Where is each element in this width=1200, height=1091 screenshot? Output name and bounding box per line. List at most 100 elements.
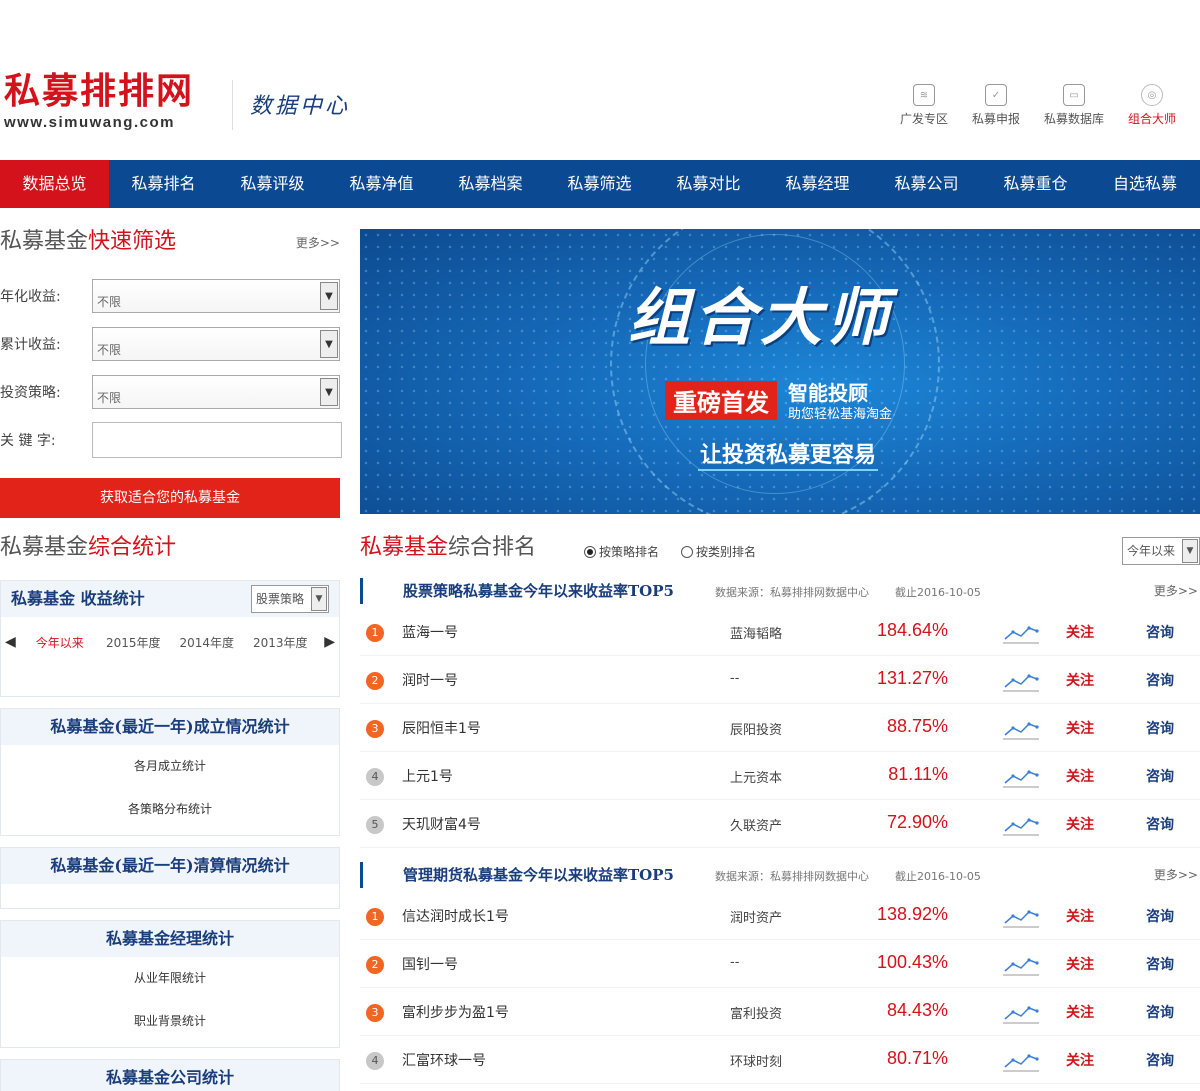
follow-button[interactable]: 关注 [1066, 814, 1094, 834]
trend-chart-icon[interactable] [1002, 1002, 1040, 1024]
consult-button[interactable]: 咨询 [1146, 1050, 1174, 1070]
follow-button[interactable]: 关注 [1066, 906, 1094, 926]
consult-button[interactable]: 咨询 [1146, 906, 1174, 926]
site-logo[interactable]: 私募排排网 www.simuwang.com [4, 72, 194, 132]
consult-button[interactable]: 咨询 [1146, 954, 1174, 974]
trend-chart-icon[interactable] [1002, 814, 1040, 836]
rank-badge: 3 [366, 720, 384, 738]
stats-link[interactable]: 职业背景统计 [1, 1000, 339, 1043]
fund-name-link[interactable]: 上元1号 [402, 766, 453, 786]
company-name-link[interactable]: 富利投资 [730, 1003, 782, 1022]
nav-item[interactable]: 私募排名 [109, 160, 218, 208]
consult-button[interactable]: 咨询 [1146, 718, 1174, 738]
consult-button[interactable]: 咨询 [1146, 670, 1174, 690]
nav-item[interactable]: 自选私募 [1090, 160, 1200, 208]
rank-badge: 3 [366, 1004, 384, 1022]
strategy-select[interactable]: 不限 ▼ [92, 375, 340, 409]
trend-chart-icon[interactable] [1002, 670, 1040, 692]
top-link-database[interactable]: ▭ 私募数据库 [1044, 84, 1104, 127]
fund-name-link[interactable]: 蓝海一号 [402, 622, 458, 642]
nav-item[interactable]: 私募净值 [327, 160, 436, 208]
trend-chart-icon[interactable] [1002, 906, 1040, 928]
stats-link[interactable]: 各策略分布统计 [1, 788, 339, 831]
stats-link[interactable]: 从业年限统计 [1, 957, 339, 1000]
filter-label: 投资策略: [0, 385, 61, 401]
company-name-link[interactable]: 蓝海韬略 [730, 623, 782, 642]
manager-stats-title: 私募基金经理统计 [1, 921, 339, 957]
get-funds-button[interactable]: 获取适合您的私募基金 [0, 478, 340, 518]
return-rate: 81.11% [888, 764, 948, 784]
top-link-report[interactable]: ✓ 私募申报 [972, 84, 1020, 127]
consult-button[interactable]: 咨询 [1146, 814, 1174, 834]
company-name-link[interactable]: 久联资产 [730, 815, 782, 834]
nav-item[interactable]: 数据总览 [0, 160, 109, 208]
arrow-left-icon[interactable]: ◀ [5, 634, 23, 650]
rank-row: 4 上元1号 上元资本 81.11% 关注 咨询 [360, 752, 1200, 800]
trend-chart-icon[interactable] [1002, 766, 1040, 788]
stats-link[interactable]: 各月成立统计 [1, 745, 339, 788]
annual-return-select[interactable]: 不限 ▼ [92, 279, 340, 313]
nav-item[interactable]: 私募重仓 [981, 160, 1090, 208]
nav-item[interactable]: 私募评级 [218, 160, 327, 208]
company-stats-box: 私募基金公司统计 [0, 1059, 340, 1091]
company-name-link[interactable]: 润时资产 [730, 907, 782, 926]
logo-divider [232, 80, 233, 130]
follow-button[interactable]: 关注 [1066, 1050, 1094, 1070]
follow-button[interactable]: 关注 [1066, 718, 1094, 738]
fund-name-link[interactable]: 信达润时成长1号 [402, 906, 509, 926]
rank-group-more-link[interactable]: 更多>> [1154, 582, 1198, 599]
trend-chart-icon[interactable] [1002, 622, 1040, 644]
year-tab[interactable]: 今年以来 [23, 634, 97, 651]
rank-badge: 2 [366, 956, 384, 974]
nav-item[interactable]: 私募公司 [872, 160, 981, 208]
fund-name-link[interactable]: 辰阳恒丰1号 [402, 718, 481, 738]
return-rate: 80.71% [886, 1048, 948, 1068]
follow-button[interactable]: 关注 [1066, 766, 1094, 786]
cumulative-return-select[interactable]: 不限 ▼ [92, 327, 340, 361]
quick-filter-more-link[interactable]: 更多>> [296, 234, 340, 251]
rank-group-more-link[interactable]: 更多>> [1154, 866, 1198, 883]
company-name-link[interactable]: 上元资本 [730, 767, 782, 786]
fund-name-link[interactable]: 天玑财富4号 [402, 814, 481, 834]
period-select[interactable]: 今年以来 ▼ [1122, 537, 1200, 565]
company-name-link[interactable]: -- [730, 671, 739, 686]
consult-button[interactable]: 咨询 [1146, 622, 1174, 642]
follow-button[interactable]: 关注 [1066, 1002, 1094, 1022]
portfolio-master-banner[interactable]: 组合大师 重磅首发 智能投顾 助您轻松基海淘金 让投资私募更容易 [360, 229, 1200, 514]
fund-name-link[interactable]: 国钊一号 [402, 954, 458, 974]
follow-button[interactable]: 关注 [1066, 622, 1094, 642]
arrow-right-icon[interactable]: ▶ [317, 634, 335, 650]
fund-name-link[interactable]: 润时一号 [402, 670, 458, 690]
trend-chart-icon[interactable] [1002, 1050, 1040, 1072]
company-name-link[interactable]: 辰阳投资 [730, 719, 782, 738]
return-rate: 84.43% [886, 1000, 948, 1020]
top-link-portfolio-master[interactable]: ◎ 组合大师 [1128, 84, 1176, 127]
return-stats-head: 私募基金 收益统计 股票策略 ▼ [1, 581, 339, 617]
follow-button[interactable]: 关注 [1066, 670, 1094, 690]
trend-chart-icon[interactable] [1002, 954, 1040, 976]
nav-item[interactable]: 私募档案 [436, 160, 545, 208]
year-tab[interactable]: 2013年度 [244, 634, 318, 651]
strategy-mini-select[interactable]: 股票策略 ▼ [251, 585, 329, 613]
rank-row: 5 天玑财富4号 久联资产 72.90% 关注 咨询 [360, 800, 1200, 848]
nav-item[interactable]: 私募经理 [763, 160, 872, 208]
radio-by-category[interactable]: 按类别排名 [681, 543, 756, 560]
top-link-gf[interactable]: ≋ 广发专区 [900, 84, 948, 127]
trend-chart-icon[interactable] [1002, 718, 1040, 740]
fund-name-link[interactable]: 汇富环球一号 [402, 1050, 486, 1070]
company-name-link[interactable]: -- [730, 955, 739, 970]
follow-button[interactable]: 关注 [1066, 954, 1094, 974]
fund-name-link[interactable]: 富利步步为盈1号 [402, 1002, 509, 1022]
company-name-link[interactable]: 环球时刻 [730, 1051, 782, 1070]
year-tab[interactable]: 2014年度 [170, 634, 244, 651]
keyword-input[interactable] [92, 422, 342, 458]
return-stats-box: 私募基金 收益统计 股票策略 ▼ ◀ 今年以来 2015年度 2014年度 20… [0, 580, 340, 697]
nav-item[interactable]: 私募对比 [654, 160, 763, 208]
filter-annual-return: 年化收益: 不限 ▼ [0, 272, 342, 320]
year-tab[interactable]: 2015年度 [97, 634, 171, 651]
radio-by-strategy[interactable]: 按策略排名 [584, 543, 659, 560]
chevron-down-icon: ▼ [320, 282, 338, 310]
consult-button[interactable]: 咨询 [1146, 1002, 1174, 1022]
consult-button[interactable]: 咨询 [1146, 766, 1174, 786]
nav-item[interactable]: 私募筛选 [545, 160, 654, 208]
